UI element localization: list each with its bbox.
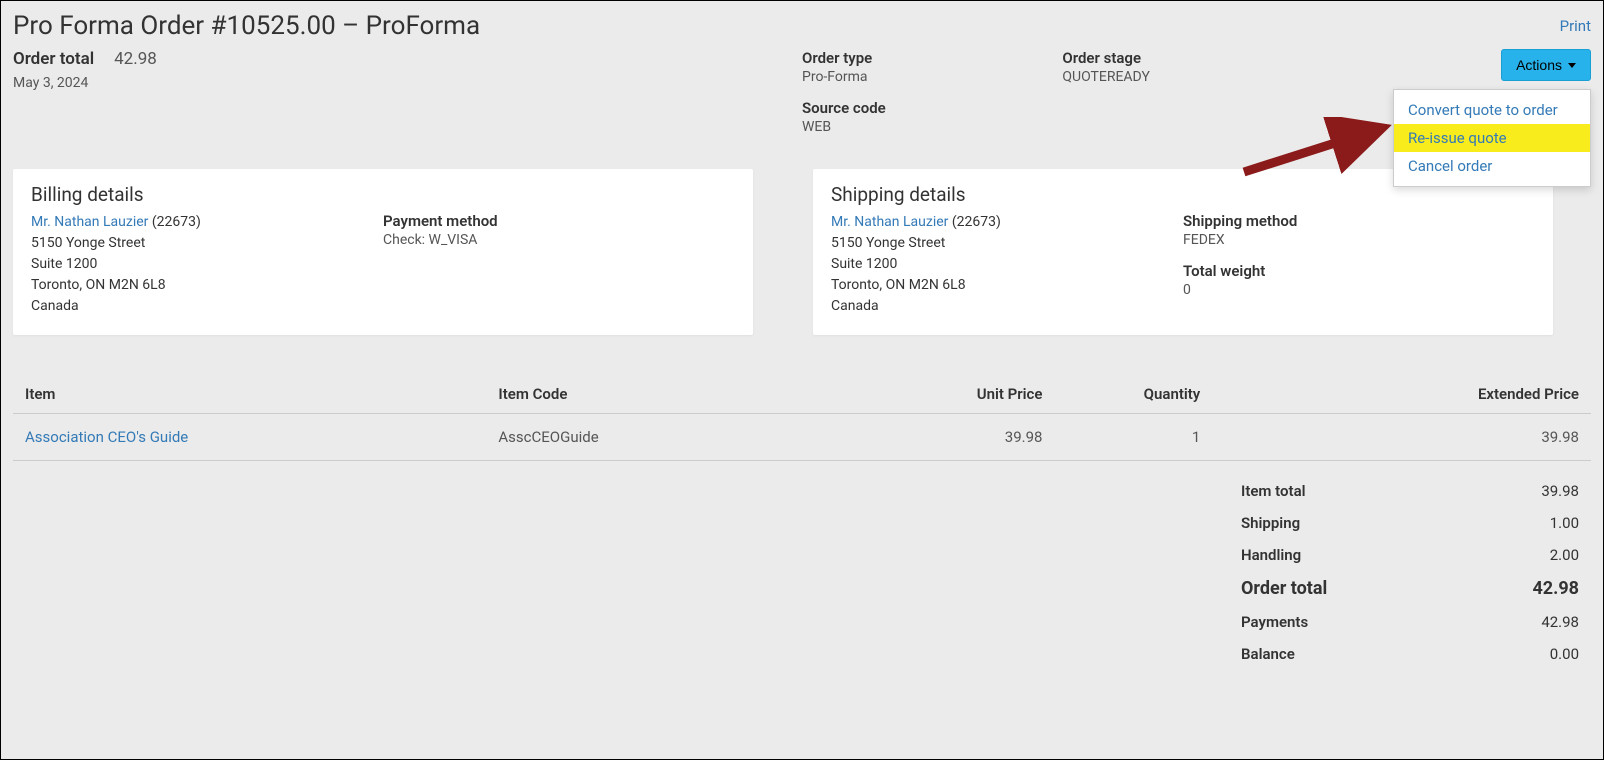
col-unit-price: Unit Price (834, 375, 1055, 414)
billing-city: Toronto, ON M2N 6L8 (31, 275, 383, 296)
order-stage-label: Order stage (1062, 49, 1322, 67)
totals-section: Item total 39.98 Shipping 1.00 Handling … (1241, 475, 1591, 670)
payment-method-value: Check: W_VISA (383, 232, 735, 248)
shipping-value: 1.00 (1550, 514, 1579, 532)
order-type-value: Pro-Forma (802, 69, 1062, 85)
billing-id: (22673) (152, 214, 201, 230)
caret-down-icon (1568, 63, 1576, 68)
item-total-value: 39.98 (1541, 482, 1579, 500)
actions-button[interactable]: Actions (1501, 49, 1591, 81)
actions-button-label: Actions (1516, 57, 1562, 73)
order-type-label: Order type (802, 49, 1062, 67)
cancel-order-item[interactable]: Cancel order (1394, 152, 1590, 180)
grand-total-value: 42.98 (1532, 578, 1579, 599)
shipping-method-label: Shipping method (1183, 212, 1535, 230)
billing-addr1: 5150 Yonge Street (31, 233, 383, 254)
order-total-label: Order total (13, 49, 94, 69)
shipping-label: Shipping (1241, 514, 1300, 532)
item-code: AsscCEOGuide (486, 414, 833, 461)
item-link[interactable]: Association CEO's Guide (25, 428, 188, 446)
payment-method-label: Payment method (383, 212, 735, 230)
col-quantity: Quantity (1054, 375, 1212, 414)
col-item: Item (13, 375, 486, 414)
item-unit-price: 39.98 (834, 414, 1055, 461)
order-date: May 3, 2024 (13, 75, 802, 91)
balance-value: 0.00 (1550, 645, 1579, 663)
billing-title: Billing details (31, 183, 735, 206)
handling-label: Handling (1241, 546, 1301, 564)
payments-label: Payments (1241, 613, 1308, 631)
actions-dropdown: Convert quote to order Re-issue quote Ca… (1393, 89, 1591, 187)
page-title: Pro Forma Order #10525.00 – ProForma (13, 11, 480, 41)
source-code-value: WEB (802, 119, 1062, 135)
source-code-label: Source code (802, 99, 1062, 117)
shipping-country: Canada (831, 296, 1183, 317)
shipping-city: Toronto, ON M2N 6L8 (831, 275, 1183, 296)
col-extended: Extended Price (1212, 375, 1591, 414)
total-weight-label: Total weight (1183, 262, 1535, 280)
shipping-addr2: Suite 1200 (831, 254, 1183, 275)
items-table: Item Item Code Unit Price Quantity Exten… (13, 375, 1591, 461)
shipping-addr1: 5150 Yonge Street (831, 233, 1183, 254)
billing-name-link[interactable]: Mr. Nathan Lauzier (31, 214, 148, 230)
balance-label: Balance (1241, 645, 1295, 663)
reissue-quote-item[interactable]: Re-issue quote (1394, 124, 1590, 152)
payments-value: 42.98 (1541, 613, 1579, 631)
billing-addr2: Suite 1200 (31, 254, 383, 275)
shipping-id: (22673) (952, 214, 1001, 230)
item-quantity: 1 (1054, 414, 1212, 461)
billing-country: Canada (31, 296, 383, 317)
item-total-label: Item total (1241, 482, 1306, 500)
handling-value: 2.00 (1550, 546, 1579, 564)
total-weight-value: 0 (1183, 282, 1535, 298)
order-stage-value: QUOTEREADY (1062, 69, 1322, 85)
item-extended: 39.98 (1212, 414, 1591, 461)
order-total-value: 42.98 (114, 49, 157, 69)
shipping-name-link[interactable]: Mr. Nathan Lauzier (831, 214, 948, 230)
convert-quote-item[interactable]: Convert quote to order (1394, 96, 1590, 124)
billing-card: Billing details Mr. Nathan Lauzier (2267… (13, 169, 753, 335)
shipping-card: Shipping details Mr. Nathan Lauzier (226… (813, 169, 1553, 335)
grand-total-label: Order total (1241, 578, 1327, 599)
col-code: Item Code (486, 375, 833, 414)
table-row: Association CEO's Guide AsscCEOGuide 39.… (13, 414, 1591, 461)
shipping-method-value: FEDEX (1183, 232, 1535, 248)
print-link[interactable]: Print (1560, 17, 1591, 35)
